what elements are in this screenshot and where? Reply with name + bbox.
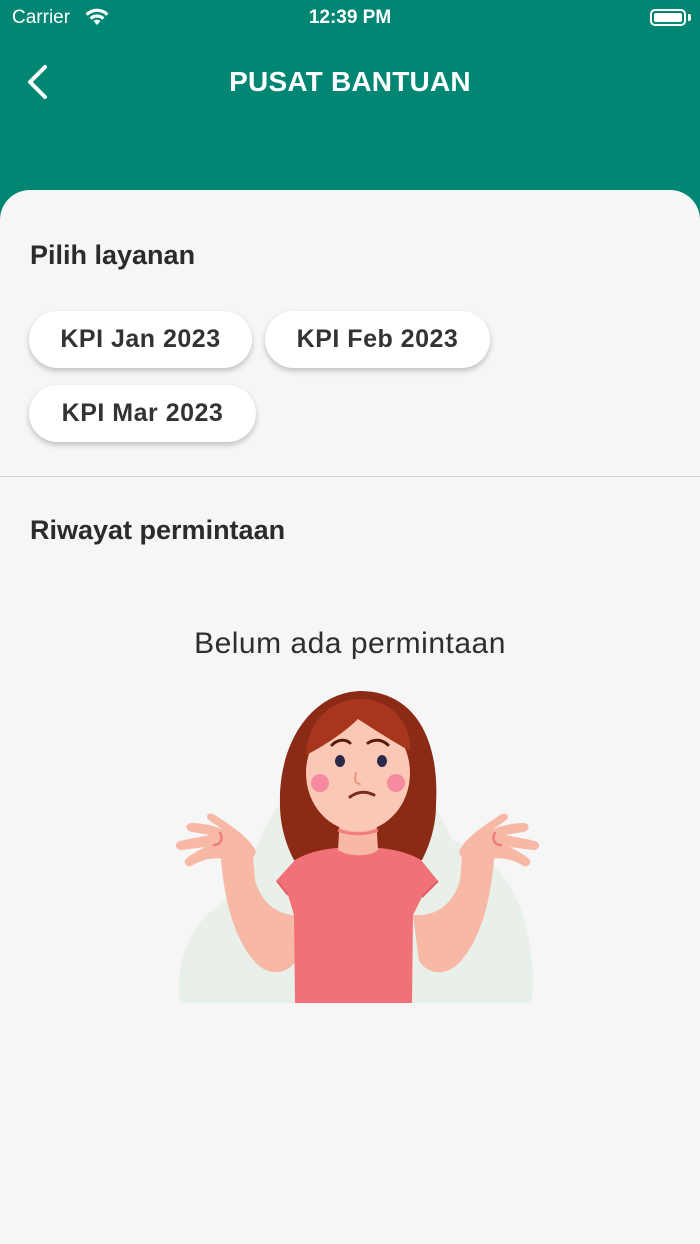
shrugging-woman-illustration: [175, 691, 540, 1003]
service-chip-kpi-feb-2023[interactable]: KPI Feb 2023: [265, 311, 490, 368]
history-title: Riwayat permintaan: [30, 515, 286, 545]
battery-cap: [688, 14, 691, 21]
section-divider: [0, 476, 700, 477]
status-bar: Carrier 12:39 PM: [0, 0, 700, 36]
service-chip-kpi-mar-2023[interactable]: KPI Mar 2023: [29, 385, 256, 442]
service-chip-kpi-jan-2023[interactable]: KPI Jan 2023: [29, 311, 252, 368]
content-panel: Pilih layanan KPI Jan 2023 KPI Feb 2023 …: [0, 190, 700, 1244]
battery-icon: [650, 9, 686, 26]
status-time: 12:39 PM: [308, 7, 392, 28]
page-title: PUSAT BANTUAN: [229, 66, 471, 97]
services-title: Pilih layanan: [30, 240, 196, 270]
empty-state-text: Belum ada permintaan: [194, 627, 506, 660]
